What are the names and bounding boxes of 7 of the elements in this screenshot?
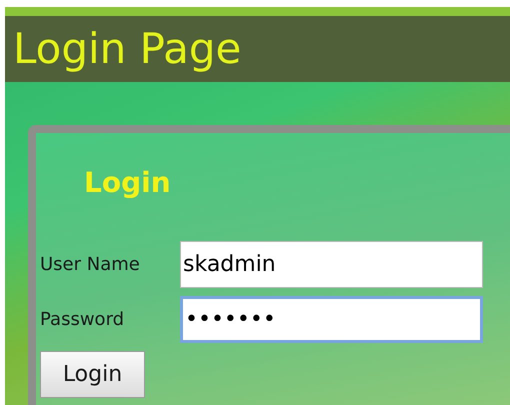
- login-heading: Login: [83, 165, 172, 201]
- input-field[interactable]: •••••••: [180, 296, 483, 343]
- login-button[interactable]: Login: [40, 351, 145, 398]
- page-title: Login Page: [13, 28, 242, 70]
- field-label: User Name: [40, 253, 141, 277]
- input-field[interactable]: skadmin: [180, 241, 483, 288]
- field-label: Password: [40, 308, 126, 332]
